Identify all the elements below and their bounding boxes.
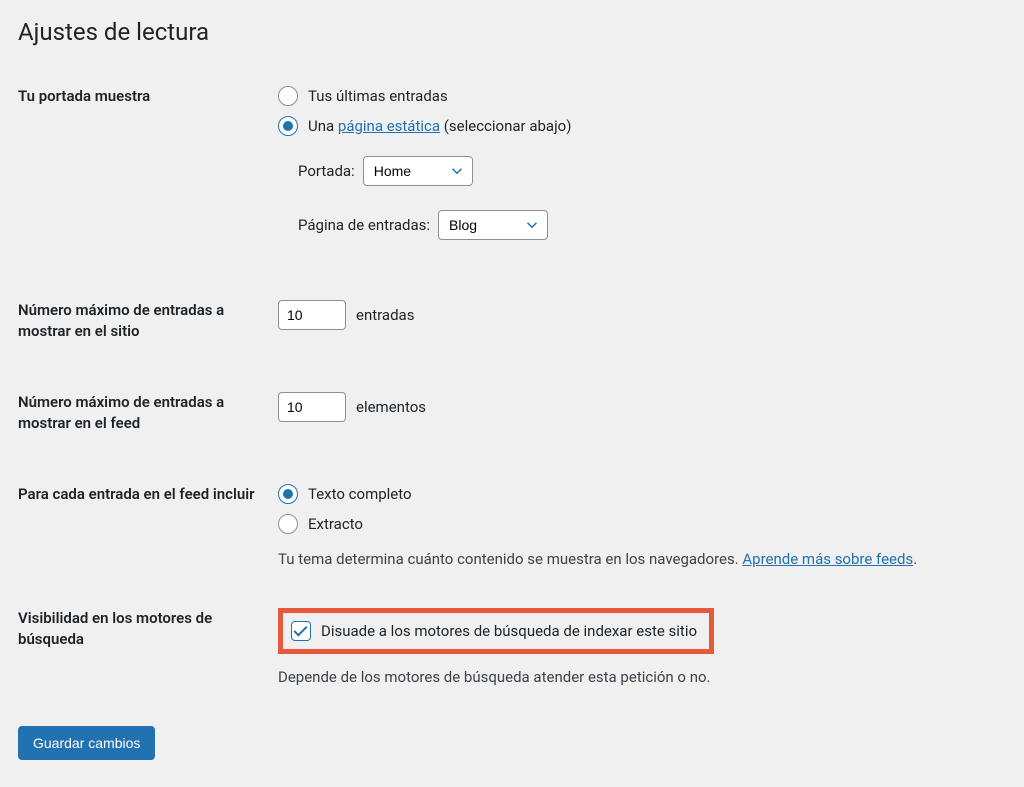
radio-latest-posts-label[interactable]: Tus últimas entradas — [308, 87, 448, 105]
radio-full-text[interactable] — [278, 484, 298, 504]
blog-pages-unit: entradas — [356, 306, 414, 324]
static-suffix: (seleccionar abajo) — [440, 117, 571, 135]
feed-items-unit: elementos — [356, 398, 426, 416]
radio-excerpt-label[interactable]: Extracto — [308, 515, 363, 533]
radio-excerpt[interactable] — [278, 514, 298, 534]
search-visibility-highlight: Disuade a los motores de búsqueda de ind… — [278, 608, 714, 654]
front-page-select[interactable]: Home — [363, 156, 473, 186]
radio-full-text-label[interactable]: Texto completo — [308, 485, 412, 503]
feed-content-description: Tu tema determina cuánto contenido se mu… — [278, 550, 1006, 568]
page-title: Ajustes de lectura — [18, 18, 1006, 46]
feed-items-label: Número máximo de entradas a mostrar en e… — [18, 392, 278, 484]
settings-form-table: Tu portada muestra Tus últimas entradas … — [18, 86, 1006, 726]
save-changes-button[interactable]: Guardar cambios — [18, 726, 155, 760]
posts-page-select-label: Página de entradas: — [298, 216, 430, 234]
static-page-link[interactable]: página estática — [338, 117, 440, 135]
radio-latest-posts[interactable] — [278, 86, 298, 106]
search-visibility-checkbox[interactable] — [291, 621, 311, 641]
radio-static-page[interactable] — [278, 116, 298, 136]
feed-content-label: Para cada entrada en el feed incluir — [18, 484, 278, 608]
search-visibility-description: Depende de los motores de búsqueda atend… — [278, 668, 1006, 686]
feed-desc-period: . — [913, 550, 917, 568]
feeds-learn-more-link[interactable]: Aprende más sobre feeds — [742, 550, 913, 568]
search-visibility-label: Visibilidad en los motores de búsqueda — [18, 608, 278, 726]
feed-items-input[interactable] — [278, 392, 346, 422]
blog-pages-input[interactable] — [278, 300, 346, 330]
blog-pages-label: Número máximo de entradas a mostrar en e… — [18, 300, 278, 392]
posts-page-select[interactable]: Blog — [438, 210, 548, 240]
search-visibility-checkbox-label[interactable]: Disuade a los motores de búsqueda de ind… — [321, 622, 697, 640]
feed-desc-text: Tu tema determina cuánto contenido se mu… — [278, 550, 742, 568]
front-page-select-label: Portada: — [298, 162, 355, 180]
radio-static-page-label[interactable]: Una página estática (seleccionar abajo) — [308, 117, 571, 135]
static-prefix: Una — [308, 117, 338, 135]
homepage-display-label: Tu portada muestra — [18, 86, 278, 300]
